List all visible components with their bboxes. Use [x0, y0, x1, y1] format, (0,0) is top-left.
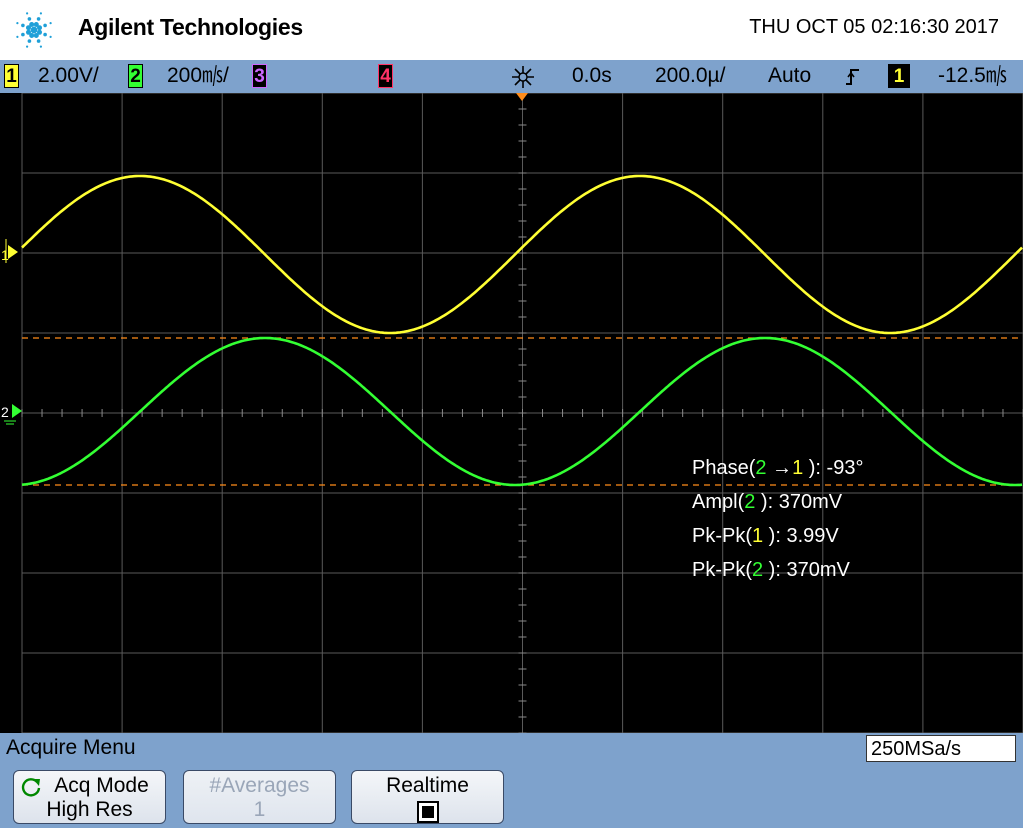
- menu-title: Acquire Menu: [6, 736, 136, 759]
- pkpk1-label: Pk-Pk(: [692, 525, 752, 547]
- timebase-value: 200.0µ/: [655, 64, 726, 87]
- ch2-scale: 200㎧/: [167, 64, 229, 87]
- averages-label: #Averages: [209, 774, 310, 797]
- ampl-label: Ampl(: [692, 491, 745, 513]
- sample-rate: 250MSa/s: [866, 735, 1016, 762]
- ch2-ground-marker[interactable]: 2: [1, 404, 22, 425]
- pkpk1-suffix: ):: [763, 525, 787, 547]
- pkpk2-suffix: ):: [763, 559, 787, 581]
- svg-text:2: 2: [1, 404, 9, 420]
- pkpk2-measurement: Pk-Pk(2 ): 370mV: [692, 553, 863, 587]
- delay-value: 0.0s: [572, 64, 612, 87]
- pkpk1-source: 1: [752, 525, 764, 547]
- acq-mode-value: High Res: [46, 798, 133, 821]
- trigger-mode: Auto: [768, 64, 812, 87]
- pkpk2-value: 370mV: [786, 559, 850, 581]
- pkpk1-measurement: Pk-Pk(1 ): 3.99V: [692, 519, 863, 553]
- acq-mode-softkey[interactable]: Acq Mode High Res: [13, 770, 166, 824]
- graticule: [21, 93, 1023, 733]
- trigger-source-indicator[interactable]: 1: [888, 64, 910, 88]
- phase-label: Phase(: [692, 457, 756, 479]
- realtime-softkey[interactable]: Realtime: [351, 770, 504, 824]
- ch1-indicator[interactable]: 1: [4, 64, 19, 88]
- amplitude-measurement: Ampl(2 ): 370mV: [692, 485, 863, 519]
- pkpk1-value: 3.99V: [786, 525, 839, 547]
- phase-suffix: ):: [803, 457, 827, 479]
- header: Agilent Technologies THU OCT 05 02:16:30…: [0, 0, 1023, 60]
- svg-text:1: 1: [1, 247, 9, 263]
- brand-name: Agilent Technologies: [78, 14, 303, 40]
- ch4-indicator[interactable]: 4: [378, 64, 393, 88]
- phase-measurement: Phase(2 →1 ): -93°: [692, 451, 863, 485]
- scope-display: 1 2 Phase(2 →1 ): -93° Ampl(2 ): 370mV P…: [0, 93, 1023, 733]
- pkpk2-label: Pk-Pk(: [692, 559, 752, 581]
- pkpk2-source: 2: [752, 559, 764, 581]
- ch2-indicator[interactable]: 2: [128, 64, 143, 88]
- trigger-position-marker: [516, 93, 528, 101]
- ampl-suffix: ):: [755, 491, 779, 513]
- ch1-ground-marker[interactable]: 1: [1, 239, 18, 263]
- trigger-level: -12.5㎧: [938, 64, 1007, 87]
- cycle-icon: [21, 778, 41, 797]
- agilent-logo-icon: [16, 12, 52, 48]
- phase-value: -93°: [826, 457, 864, 479]
- rising-edge-icon: [846, 69, 859, 85]
- ch3-indicator[interactable]: 3: [252, 64, 267, 88]
- phase-source-b: 1: [792, 457, 804, 479]
- ch1-scale: 2.00V/: [38, 64, 99, 87]
- averages-softkey[interactable]: #Averages 1: [183, 770, 336, 824]
- phase-source-a: 2: [755, 457, 767, 479]
- ampl-source: 2: [744, 491, 756, 513]
- softkey-menu: Acquire Menu 250MSa/s Acq Mode High Res …: [0, 733, 1023, 828]
- measurements-panel: Phase(2 →1 ): -93° Ampl(2 ): 370mV Pk-Pk…: [692, 451, 863, 587]
- phase-arrow: →: [766, 457, 793, 479]
- ampl-value: 370mV: [778, 491, 843, 513]
- date-time: THU OCT 05 02:16:30 2017: [749, 16, 999, 38]
- realtime-label: Realtime: [386, 774, 469, 797]
- realtime-checkbox[interactable]: [416, 801, 439, 823]
- averages-value: 1: [253, 798, 266, 821]
- trigger-position-icon: [512, 66, 534, 88]
